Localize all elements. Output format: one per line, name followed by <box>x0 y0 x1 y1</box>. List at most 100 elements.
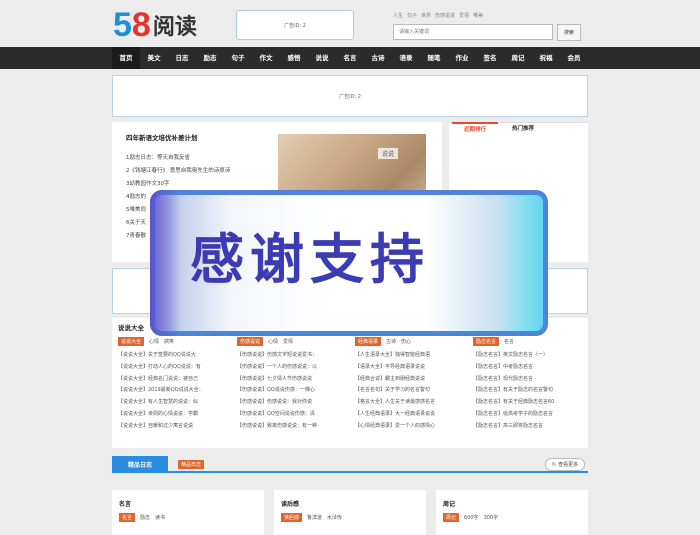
subcategory-link[interactable]: 名言 <box>504 338 514 345</box>
list-item[interactable]: 【励志名言】有关于励志的名言警句 <box>473 385 585 397</box>
subcategory-link[interactable]: 爱情 <box>283 338 293 345</box>
category-tag[interactable]: 周记 <box>443 513 460 522</box>
category-tag[interactable]: 读后感 <box>281 513 303 522</box>
nav-item[interactable]: 美文 <box>140 47 168 69</box>
list-item[interactable]: 【伤感说说】伤感说说：我对你说 <box>237 397 349 409</box>
list-item[interactable]: 【说说大全】有人生智慧的说说：似 <box>118 397 230 409</box>
news-item[interactable]: 1励志日志：等天自我反省 <box>126 152 262 165</box>
nav-item[interactable]: 语录 <box>392 47 420 69</box>
search-button[interactable]: 搜索 <box>557 24 581 41</box>
quote-column-head: 励志名言 名言 <box>473 336 585 346</box>
list-item[interactable]: 【伤感说说】QQ空间说说伤感：清 <box>237 409 349 421</box>
view-more-button[interactable]: ↻ 查看更多 <box>545 458 585 471</box>
subcategory-link[interactable]: 励志 <box>140 514 150 521</box>
list-item[interactable]: 【励志名言】给高考学子的励志名言 <box>473 409 585 421</box>
category-card: 周记 周记 600字 300字 <box>436 490 588 535</box>
card-title[interactable]: 名言 <box>119 499 131 508</box>
subcategory-link[interactable]: 300字 <box>484 514 499 521</box>
list-item[interactable]: 【经典合说】霸主到朋经典说说 <box>355 374 467 386</box>
subcategory-link[interactable]: 古诗 <box>386 338 396 345</box>
list-item[interactable]: 【励志名言】有关于经典励志名言60 <box>473 397 585 409</box>
category-tag[interactable]: 经典语录 <box>355 336 382 346</box>
subcategory-link[interactable]: 心情 <box>268 338 278 345</box>
news-headline[interactable]: 四年新语文培优补差计划 <box>126 132 198 142</box>
subcategory-link[interactable]: 心情 <box>149 338 159 345</box>
category-tag[interactable]: 说说大全 <box>118 336 145 346</box>
subcategory-link[interactable]: 鲁滨逊 <box>307 514 322 521</box>
subcategory-link[interactable]: 搞笑 <box>164 338 174 345</box>
nav-item[interactable]: 感悟 <box>280 47 308 69</box>
hotword-link[interactable]: 爱情 <box>459 12 469 19</box>
card-subcategories: 读后感 鲁滨逊 水浒传 <box>281 513 342 522</box>
search-input[interactable] <box>393 24 553 40</box>
list-item[interactable]: 【人生经典语录】大一经典语录说说 <box>355 409 467 421</box>
card-title[interactable]: 读后感 <box>281 499 299 508</box>
quotes-section-title: 说说大全 <box>118 324 144 332</box>
list-item[interactable]: 【伤感说说】七夕情人节伤感说说 <box>237 374 349 386</box>
hotword-link[interactable]: 人生 <box>393 12 403 19</box>
list-item[interactable]: 【格言大全】人生关于读最感感名言 <box>355 397 467 409</box>
nav-item[interactable]: 日志 <box>168 47 196 69</box>
hotword-link[interactable]: 唯美 <box>473 12 483 19</box>
nav-item[interactable]: 祝福 <box>532 47 560 69</box>
nav-item[interactable]: 作文 <box>252 47 280 69</box>
list-item[interactable]: 【伤感说说】致离伤感说说：有一种 <box>237 421 349 433</box>
nav-item[interactable]: 随笔 <box>420 47 448 69</box>
hotword-link[interactable]: 世界 <box>421 12 431 19</box>
featured-diary-tag[interactable]: 精品日志 <box>178 460 205 469</box>
list-item[interactable]: 【说说大全】2019最新QQ说说大全： <box>118 385 230 397</box>
list-item[interactable]: 【名言名句】关于学习的名言警句 <box>355 385 467 397</box>
list-item[interactable]: 【励志名言】现代励志名言 <box>473 374 585 386</box>
photo-caption: 说说 <box>378 148 398 159</box>
nav-item[interactable]: 名言 <box>336 47 364 69</box>
category-tag[interactable]: 励志名言 <box>473 336 500 346</box>
hotword-link[interactable]: 伤感说说 <box>435 12 455 19</box>
subcategory-link[interactable]: 600字 <box>464 514 479 521</box>
list-item[interactable]: 【励志名言】中考励志名言 <box>473 362 585 374</box>
news-item[interactable]: 2《钱塘江春行》 意思自我奥先生的诗原诗 <box>126 165 262 178</box>
nav-item[interactable]: 会员 <box>560 47 588 69</box>
list-item[interactable]: 【说说大全】打动人心的QQ说说：有 <box>118 362 230 374</box>
list-item[interactable]: 【人生语录大全】独得智能经典语 <box>355 350 467 362</box>
list-item[interactable]: 【心情经典语录】爱一个人的感情心 <box>355 421 467 433</box>
subcategory-link[interactable]: 水浒传 <box>327 514 342 521</box>
subcategory-link[interactable]: 伤心 <box>401 338 411 345</box>
nav-item[interactable]: 说说 <box>308 47 336 69</box>
subcategory-link[interactable]: 读书 <box>155 514 165 521</box>
list-item[interactable]: 【励志名言】英文励志名言（一） <box>473 350 585 362</box>
tab-hot-recommend[interactable]: 热门推荐 <box>500 122 546 134</box>
category-tag[interactable]: 名言 <box>119 513 136 522</box>
logo-digit-8: 8 <box>131 5 151 44</box>
category-tag[interactable]: 伤感说说 <box>237 336 264 346</box>
list-item[interactable]: 【说说大全】关于签要的QQ说说大 <box>118 350 230 362</box>
hotword-link[interactable]: 句子 <box>407 12 417 19</box>
main-nav: 首页 美文 日志 励志 句子 作文 感悟 说说 名言 古诗 语录 随笔 作业 签名 周记 祝福 会员 <box>112 47 588 69</box>
tab-recent-rank[interactable]: 近期排行 <box>452 122 498 134</box>
nav-item[interactable]: 首页 <box>112 47 140 69</box>
list-item[interactable]: 【伤感说说】一个人的伤感说说：以 <box>237 362 349 374</box>
nav-item[interactable]: 签名 <box>476 47 504 69</box>
card-subcategories: 周记 600字 300字 <box>443 513 498 522</box>
thanks-text: 感谢支持 <box>190 228 430 291</box>
category-card: 名言 名言 励志 读书 <box>112 490 264 535</box>
nav-item[interactable]: 作业 <box>448 47 476 69</box>
tab-featured-diary[interactable]: 精品日志 <box>112 456 168 473</box>
list-item[interactable]: 【伤感说说】伤感文字短说说爱书： <box>237 350 349 362</box>
nav-item[interactable]: 句子 <box>224 47 252 69</box>
list-item[interactable]: 【说说大全】自暖和过少寓言说说 <box>118 421 230 433</box>
list-item[interactable]: 【语录大全】平导经典语录说说 <box>355 362 467 374</box>
ad-slot-wide[interactable]: 广告ID: 2 <box>112 75 588 117</box>
card-title[interactable]: 周记 <box>443 499 455 508</box>
overlay-glow <box>150 190 180 336</box>
nav-item[interactable]: 周记 <box>504 47 532 69</box>
refresh-icon: ↻ <box>551 461 557 468</box>
nav-item[interactable]: 励志 <box>196 47 224 69</box>
site-logo[interactable]: 5 8 阅读 <box>113 6 197 44</box>
logo-digit-5: 5 <box>113 5 132 44</box>
nav-item[interactable]: 古诗 <box>364 47 392 69</box>
list-item[interactable]: 【说说大全】经典名门说说：被自己 <box>118 374 230 386</box>
list-item[interactable]: 【伤感说说】QQ说说伤感：一棵心 <box>237 385 349 397</box>
list-item[interactable]: 【说说大全】幸则的心情说说：学霸 <box>118 409 230 421</box>
list-item[interactable]: 【励志名言】高三即将励志名言 <box>473 421 585 433</box>
ad-slot-top[interactable]: 广告ID: 2 <box>236 10 354 40</box>
